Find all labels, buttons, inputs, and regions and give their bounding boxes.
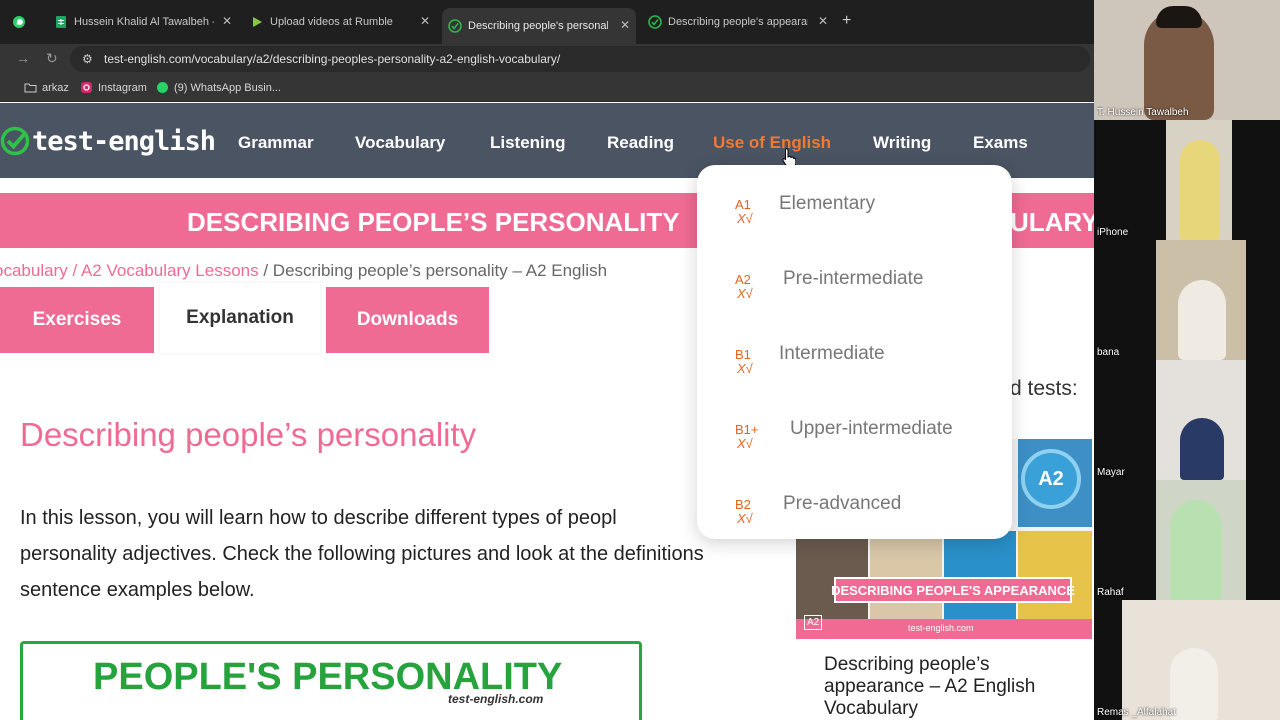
forward-icon[interactable]: → — [16, 50, 30, 66]
image-watermark: test-english.com — [448, 692, 544, 706]
banner-title: DESCRIBING PEOPLE’S PERSONALITY — [187, 207, 680, 237]
tab-title: Hussein Khalid Al Tawalbeh - G — [74, 16, 214, 28]
close-icon[interactable]: ✕ — [620, 18, 630, 32]
test-english-icon — [648, 15, 662, 29]
participant-tile[interactable]: Rahaf — [1094, 480, 1280, 600]
lesson-tabs: Exercises Explanation Downloads — [0, 283, 700, 355]
tab-explanation[interactable]: Explanation — [160, 283, 320, 353]
dropdown-item-b2[interactable]: B2 X√ Pre-advanced — [697, 487, 1012, 547]
dropdown-item-a2[interactable]: A2 X√ Pre-intermediate — [697, 262, 1012, 322]
participant-video — [1180, 418, 1224, 480]
participants-panel: T. Hussein Tawalbeh iPhone bana Mayar Ra… — [1094, 0, 1280, 720]
close-icon[interactable]: ✕ — [222, 14, 232, 28]
nav-grammar[interactable]: Grammar — [238, 133, 314, 153]
folder-icon — [24, 83, 37, 93]
nav-reading[interactable]: Reading — [607, 133, 674, 153]
url-text: test-english.com/vocabulary/a2/describin… — [104, 52, 561, 66]
breadcrumb-a2-lessons[interactable]: A2 Vocabulary Lessons — [81, 261, 259, 280]
check-circle-icon — [0, 126, 30, 156]
browser-toolbar: → ↻ ⚙ test-english.com/vocabulary/a2/des… — [0, 44, 1094, 74]
dropdown-item-a1[interactable]: A1 X√ Elementary — [697, 187, 1012, 247]
tab-exercises[interactable]: Exercises — [0, 287, 154, 353]
level-badge: A2 — [1021, 449, 1081, 509]
related-lesson-title[interactable]: Describing people’s appearance – A2 Engl… — [824, 654, 1084, 720]
participant-name: iPhone — [1097, 227, 1129, 238]
check-mark-icon: X√ — [737, 211, 753, 226]
tab-sheets[interactable]: Hussein Khalid Al Tawalbeh - G ✕ — [48, 8, 238, 36]
site-info-icon[interactable]: ⚙ — [82, 52, 93, 66]
rumble-icon — [253, 17, 262, 27]
reload-icon[interactable]: ↻ — [46, 50, 58, 67]
participant-name: T. Hussein Tawalbeh — [1097, 107, 1189, 118]
bookmarks-bar: arkaz Instagram (9) WhatsApp Busin... — [0, 74, 1094, 102]
instagram-icon — [81, 82, 92, 93]
tab-title: Describing people's personality — [468, 20, 608, 32]
tab-downloads[interactable]: Downloads — [326, 287, 489, 353]
participant-name: bana — [1097, 347, 1120, 358]
check-mark-icon: X√ — [737, 436, 753, 451]
tab-appearance[interactable]: Describing people's appearance ✕ — [642, 8, 834, 36]
nav-use-of-english[interactable]: Use of English — [713, 133, 831, 153]
participant-name: Rahaf — [1097, 587, 1124, 598]
participant-video — [1178, 280, 1226, 360]
participant-name: Remas _Alfalahat — [1097, 707, 1176, 718]
check-mark-icon: X√ — [737, 361, 753, 376]
lesson-intro: In this lesson, you will learn how to de… — [20, 507, 704, 601]
participant-video — [1170, 500, 1222, 600]
whatsapp-icon — [13, 16, 25, 28]
close-icon[interactable]: ✕ — [818, 14, 828, 28]
bookmark-instagram[interactable]: Instagram — [80, 81, 147, 94]
participant-tile[interactable]: bana — [1094, 240, 1280, 360]
breadcrumb: ocabulary / A2 Vocabulary Lessons / Desc… — [0, 261, 607, 281]
participant-video — [1156, 6, 1202, 28]
related-tests-heading: d tests: — [1010, 377, 1078, 400]
thumbnail-photo — [1018, 531, 1092, 619]
use-of-english-dropdown: A1 X√ Elementary A2 X√ Pre-intermediate … — [697, 165, 1012, 539]
dropdown-item-b1[interactable]: B1 X√ Intermediate — [697, 337, 1012, 397]
nav-vocabulary[interactable]: Vocabulary — [355, 133, 445, 153]
lesson-image: PEOPLE'S PERSONALITY test-english.com — [20, 641, 642, 720]
tab-title: Describing people's appearance — [668, 16, 808, 28]
thumbnail-footer: test-english.com — [796, 619, 1092, 639]
nav-exams[interactable]: Exams — [973, 133, 1028, 153]
screen: Hussein Khalid Al Tawalbeh - G ✕ Upload … — [0, 0, 1280, 720]
participant-video — [1180, 140, 1220, 240]
tab-rumble[interactable]: Upload videos at Rumble ✕ — [244, 8, 436, 36]
nav-listening[interactable]: Listening — [490, 133, 566, 153]
bookmark-arkaz[interactable]: arkaz — [24, 81, 69, 94]
nav-writing[interactable]: Writing — [873, 133, 931, 153]
lesson-heading: Describing people’s personality — [20, 416, 477, 453]
participant-video — [1170, 648, 1218, 720]
check-mark-icon: X√ — [737, 511, 753, 526]
whatsapp-icon — [157, 82, 168, 93]
breadcrumb-current: Describing people’s personality – A2 Eng… — [272, 261, 608, 280]
dropdown-item-b1-plus[interactable]: B1+ X√ Upper-intermediate — [697, 412, 1012, 472]
participant-tile[interactable]: Remas _Alfalahat — [1094, 600, 1280, 720]
new-tab-button[interactable]: + — [842, 12, 851, 30]
site-logo[interactable]: test-english — [0, 125, 216, 157]
bookmark-whatsapp-business[interactable]: (9) WhatsApp Busin... — [156, 81, 281, 94]
banner-title-end: ULARY — [1010, 207, 1094, 237]
address-bar[interactable]: ⚙ test-english.com/vocabulary/a2/describ… — [70, 46, 1090, 72]
participant-name: Mayar — [1097, 467, 1125, 478]
tab-personality[interactable]: Describing people's personality ✕ — [442, 8, 636, 44]
participant-tile[interactable]: Mayar — [1094, 360, 1280, 480]
thumbnail-banner: DESCRIBING PEOPLE'S APPEARANCE — [831, 577, 1075, 603]
thumbnail-level: A2 — [804, 615, 823, 630]
sheets-icon — [56, 16, 66, 28]
close-icon[interactable]: ✕ — [420, 14, 430, 28]
test-english-icon — [448, 19, 462, 33]
tab-strip: Hussein Khalid Al Tawalbeh - G ✕ Upload … — [0, 0, 1094, 44]
website: test-english Grammar Vocabulary Listenin… — [0, 103, 1094, 720]
browser-window: Hussein Khalid Al Tawalbeh - G ✕ Upload … — [0, 0, 1094, 720]
check-mark-icon: X√ — [737, 286, 753, 301]
tab-title: Upload videos at Rumble — [270, 16, 393, 28]
tab-whatsapp[interactable] — [6, 8, 46, 36]
participant-tile[interactable]: T. Hussein Tawalbeh — [1094, 0, 1280, 120]
breadcrumb-vocabulary[interactable]: ocabulary — [0, 261, 68, 280]
participant-tile[interactable]: iPhone — [1094, 120, 1280, 240]
